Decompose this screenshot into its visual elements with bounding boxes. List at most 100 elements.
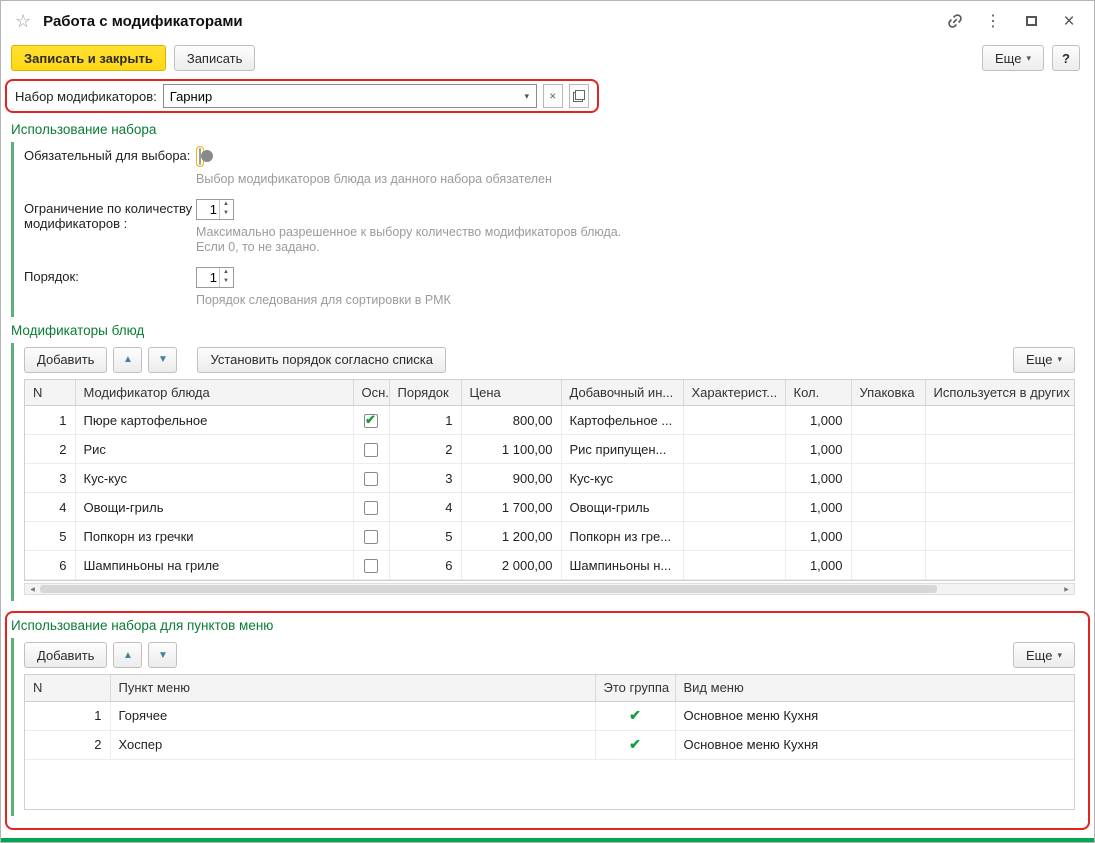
main-checkbox[interactable]: ✔ <box>364 501 378 515</box>
open-value-button[interactable] <box>569 84 589 108</box>
table-row[interactable]: 6 Шампиньоны на гриле ✔ 6 2 000,00 Шампи… <box>25 551 1075 580</box>
copy-link-icon[interactable] <box>946 12 964 30</box>
more-button-top[interactable]: Еще ▾ <box>982 45 1044 71</box>
column-header-n[interactable]: N <box>25 380 75 406</box>
cell-main: ✔ <box>353 493 389 522</box>
modifier-set-label: Набор модификаторов: <box>15 89 157 104</box>
save-button[interactable]: Записать <box>174 45 256 71</box>
column-header-name[interactable]: Модификатор блюда <box>75 380 353 406</box>
order-spinner[interactable]: ▲ ▼ <box>196 267 234 288</box>
cell-price: 1 200,00 <box>461 522 561 551</box>
scroll-right-icon[interactable]: ▶ <box>1059 584 1074 594</box>
cell-used <box>925 406 1075 435</box>
column-header-menu-kind[interactable]: Вид меню <box>675 675 1075 701</box>
more-button-menu-usage[interactable]: Еще ▾ <box>1013 642 1075 668</box>
cell-ingredient: Картофельное ... <box>561 406 683 435</box>
cell-packaging <box>851 406 925 435</box>
order-spin-buttons[interactable]: ▲ ▼ <box>219 268 232 287</box>
column-header-characteristic[interactable]: Характерист... <box>683 380 785 406</box>
table-row[interactable]: 5 Попкорн из гречки ✔ 5 1 200,00 Попкорн… <box>25 522 1075 551</box>
app-window: ☆ Работа с модификаторами ⋮ × Записать и… <box>0 0 1095 843</box>
save-and-close-button[interactable]: Записать и закрыть <box>11 45 166 71</box>
move-down-button[interactable]: ▼ <box>148 642 177 668</box>
cell-qty: 1,000 <box>785 435 851 464</box>
annotation-box-set-field: Набор модификаторов: ▾ × <box>5 79 599 113</box>
cell-used <box>925 464 1075 493</box>
column-header-is-group[interactable]: Это группа <box>595 675 675 701</box>
table-row[interactable]: 1 Пюре картофельное ✔ 1 800,00 Картофель… <box>25 406 1075 435</box>
limit-spin-buttons[interactable]: ▲ ▼ <box>219 200 232 219</box>
table-row[interactable]: 2 Хоспер ✔ Основное меню Кухня <box>25 730 1075 759</box>
move-up-button[interactable]: ▲ <box>113 642 142 668</box>
scrollbar-thumb[interactable] <box>40 585 937 593</box>
add-modifier-button[interactable]: Добавить <box>24 347 107 373</box>
limit-input[interactable] <box>197 200 219 219</box>
set-order-button[interactable]: Установить порядок согласно списка <box>197 347 446 373</box>
required-hint: Выбор модификаторов блюда из данного наб… <box>196 172 636 188</box>
main-checkbox[interactable]: ✔ <box>364 472 378 486</box>
main-checkbox[interactable]: ✔ <box>364 530 378 544</box>
favorite-star-icon[interactable]: ☆ <box>15 11 31 32</box>
more-button-modifiers[interactable]: Еще ▾ <box>1013 347 1075 373</box>
combo-dropdown-icon[interactable]: ▾ <box>518 85 536 107</box>
table-row[interactable]: 3 Кус-кус ✔ 3 900,00 Кус-кус 1,000 <box>25 464 1075 493</box>
table-row[interactable]: 4 Овощи-гриль ✔ 4 1 700,00 Овощи-гриль 1… <box>25 493 1075 522</box>
cell-n: 1 <box>25 701 110 730</box>
cell-characteristic <box>683 406 785 435</box>
up-arrow-icon: ▲ <box>123 650 133 661</box>
cell-name: Шампиньоны на гриле <box>75 551 353 580</box>
cell-price: 800,00 <box>461 406 561 435</box>
clear-field-button[interactable]: × <box>543 84 563 108</box>
cell-ingredient: Кус-кус <box>561 464 683 493</box>
spin-down-icon[interactable]: ▼ <box>220 209 232 219</box>
table-row[interactable]: 1 Горячее ✔ Основное меню Кухня <box>25 701 1075 730</box>
titlebar: ☆ Работа с модификаторами ⋮ × <box>1 1 1094 41</box>
horizontal-scrollbar[interactable]: ◀ ▶ <box>24 583 1075 595</box>
modifier-set-combo[interactable]: ▾ <box>163 84 537 108</box>
order-label: Порядок: <box>24 267 196 309</box>
main-checkbox[interactable]: ✔ <box>364 559 378 573</box>
cell-name: Овощи-гриль <box>75 493 353 522</box>
column-header-main[interactable]: Осн. <box>353 380 389 406</box>
required-toggle[interactable] <box>199 148 201 165</box>
modifier-set-input[interactable] <box>164 85 518 107</box>
column-header-used[interactable]: Используется в других п <box>925 380 1075 406</box>
order-input[interactable] <box>197 268 219 287</box>
maximize-icon[interactable] <box>1022 12 1040 30</box>
main-checkbox[interactable]: ✔ <box>364 414 378 428</box>
scrollbar-track[interactable] <box>40 584 1059 594</box>
toggle-knob <box>201 150 213 162</box>
cell-item: Горячее <box>110 701 595 730</box>
modifiers-table: N Модификатор блюда Осн. Порядок Цена До… <box>25 380 1075 581</box>
cell-packaging <box>851 551 925 580</box>
column-header-price[interactable]: Цена <box>461 380 561 406</box>
scroll-left-icon[interactable]: ◀ <box>25 584 40 594</box>
kebab-menu-icon[interactable]: ⋮ <box>984 12 1002 30</box>
column-header-order[interactable]: Порядок <box>389 380 461 406</box>
column-header-packaging[interactable]: Упаковка <box>851 380 925 406</box>
table-row[interactable]: 2 Рис ✔ 2 1 100,00 Рис припущен... 1,000 <box>25 435 1075 464</box>
cell-ingredient: Овощи-гриль <box>561 493 683 522</box>
spin-up-icon[interactable]: ▲ <box>220 200 232 210</box>
close-icon[interactable]: × <box>1060 12 1078 30</box>
add-menu-item-button[interactable]: Добавить <box>24 642 107 668</box>
column-header-item[interactable]: Пункт меню <box>110 675 595 701</box>
limit-spinner[interactable]: ▲ ▼ <box>196 199 234 220</box>
column-header-n[interactable]: N <box>25 675 110 701</box>
cell-order: 6 <box>389 551 461 580</box>
column-header-qty[interactable]: Кол. <box>785 380 851 406</box>
main-checkbox[interactable]: ✔ <box>364 443 378 457</box>
modifiers-header-row: N Модификатор блюда Осн. Порядок Цена До… <box>25 380 1075 406</box>
check-icon: ✔ <box>365 412 376 428</box>
spin-up-icon[interactable]: ▲ <box>220 268 232 278</box>
cell-is-group: ✔ <box>595 701 675 730</box>
cell-n: 5 <box>25 522 75 551</box>
help-button[interactable]: ? <box>1052 45 1080 71</box>
cell-used <box>925 522 1075 551</box>
move-up-button[interactable]: ▲ <box>113 347 142 373</box>
column-header-ingredient[interactable]: Добавочный ин... <box>561 380 683 406</box>
move-down-button[interactable]: ▼ <box>148 347 177 373</box>
spin-down-icon[interactable]: ▼ <box>220 277 232 287</box>
cell-order: 3 <box>389 464 461 493</box>
cell-characteristic <box>683 493 785 522</box>
